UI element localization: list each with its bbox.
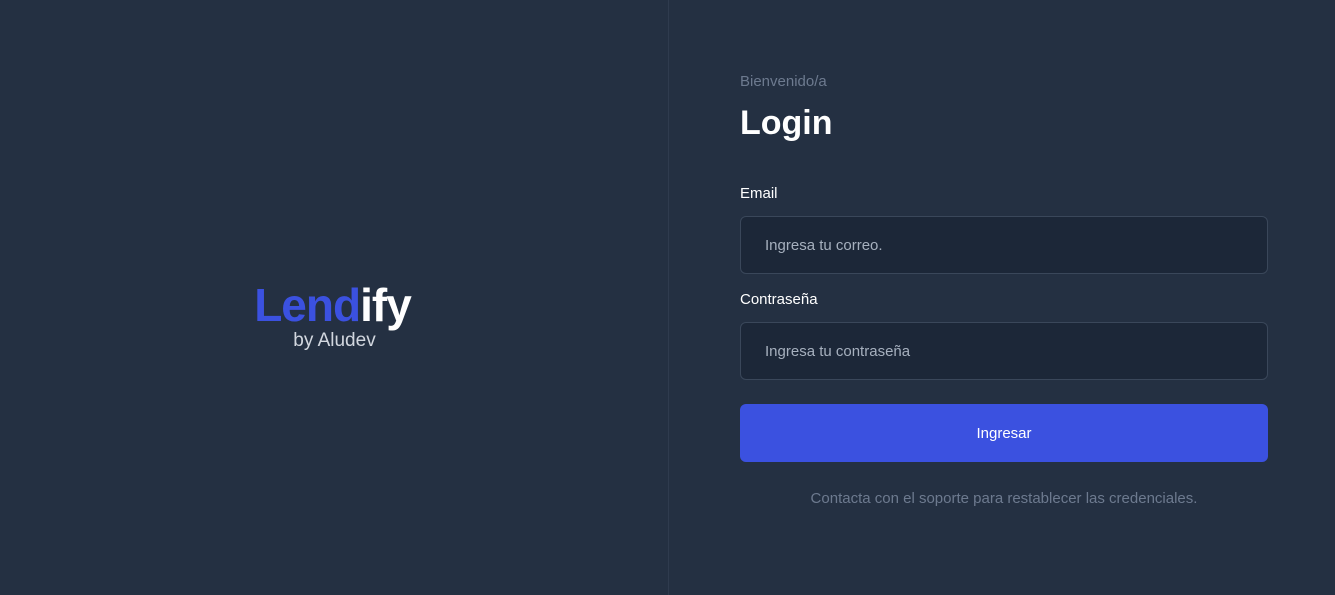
support-note: Contacta con el soporte para restablecer…: [810, 490, 1198, 507]
login-panel: Bienvenido/a Login Email Contraseña Ingr…: [669, 0, 1335, 595]
page-title: Login: [740, 104, 833, 142]
password-label: Contraseña: [740, 291, 818, 308]
password-field[interactable]: [740, 322, 1268, 380]
brand-block: Lendify by Aludev: [0, 282, 669, 350]
brand-name-part1: Lend: [254, 279, 361, 331]
login-button[interactable]: Ingresar: [740, 404, 1268, 462]
welcome-text: Bienvenido/a: [740, 73, 827, 90]
brand-name-part2: ify: [360, 279, 412, 331]
brand-panel: Lendify by Aludev: [0, 0, 669, 595]
login-form: Bienvenido/a Login Email Contraseña Ingr…: [740, 72, 1268, 509]
email-field[interactable]: [740, 216, 1268, 274]
brand-subtitle: by Aludev: [293, 330, 376, 351]
brand-logo: Lendify: [254, 282, 415, 328]
email-label: Email: [740, 185, 778, 202]
login-page: Lendify by Aludev Bienvenido/a Login Ema…: [0, 0, 1335, 595]
